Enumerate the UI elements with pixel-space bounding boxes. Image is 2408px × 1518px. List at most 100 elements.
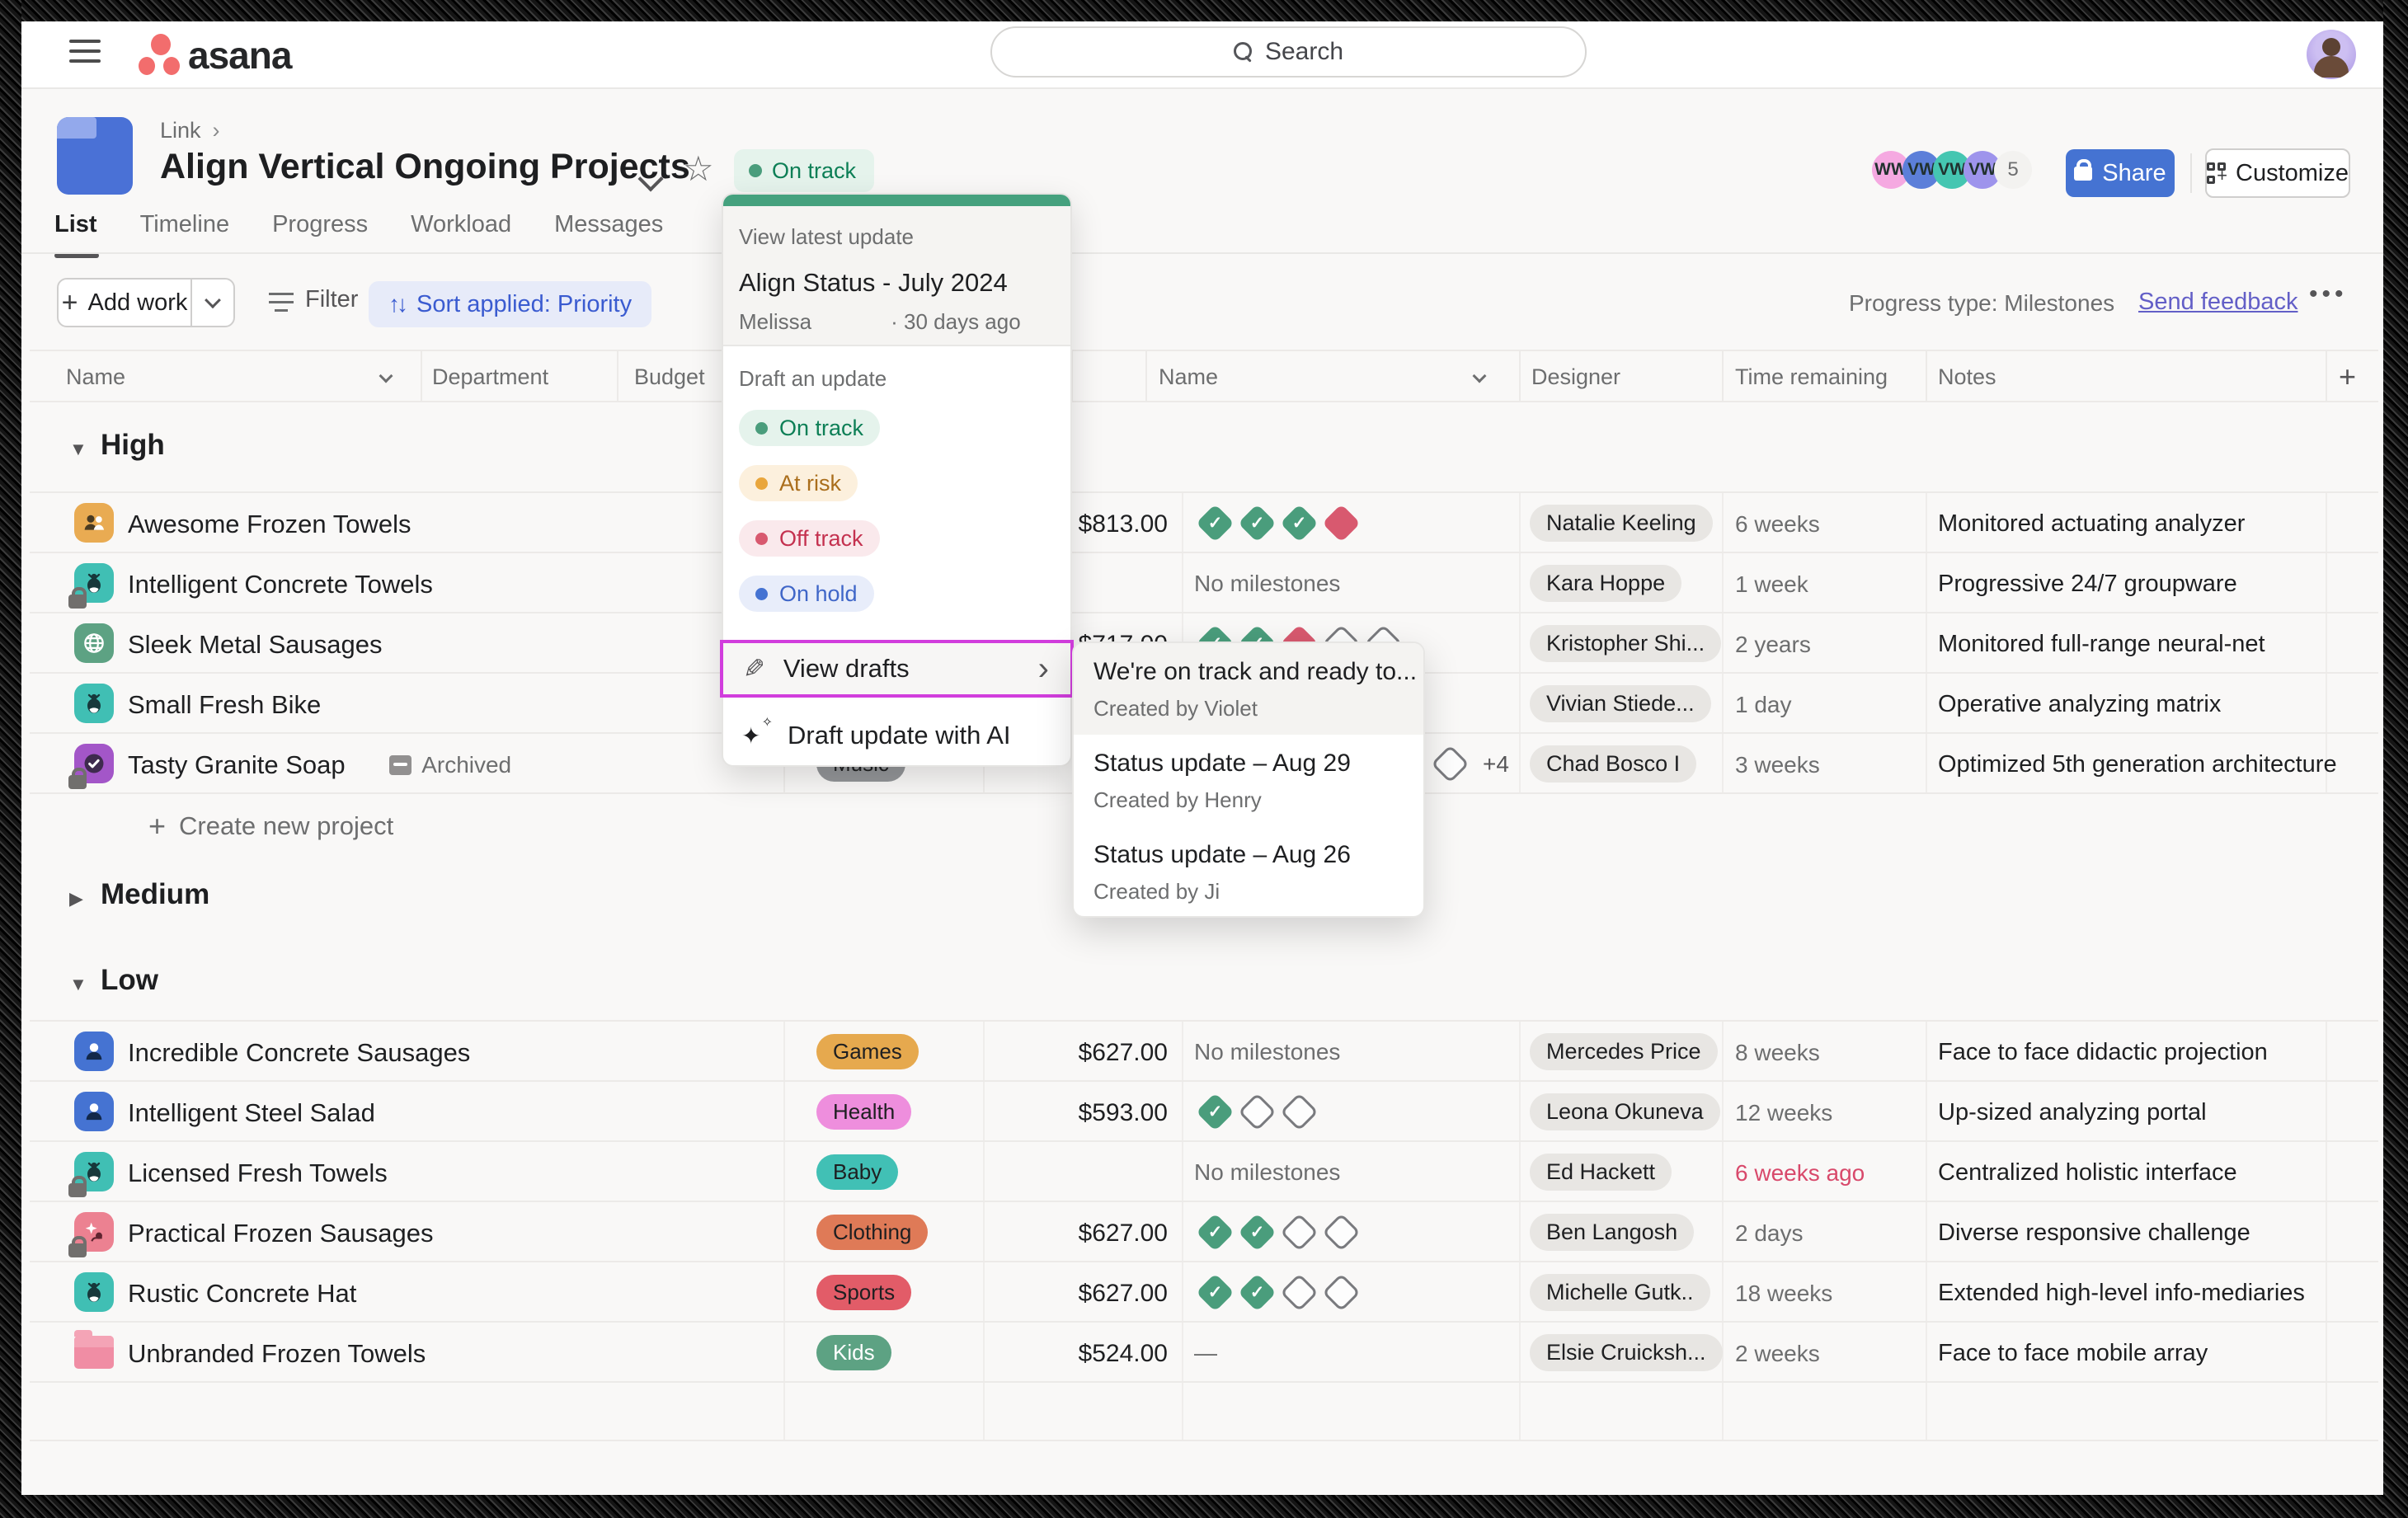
notes[interactable]: Progressive 24/7 groupware (1938, 571, 2237, 598)
designer-pill[interactable]: Ed Hackett (1530, 1154, 1672, 1191)
designer-pill[interactable]: Mercedes Price (1530, 1033, 1718, 1070)
designer-pill[interactable]: Kristopher Shi... (1530, 625, 1721, 662)
view-drafts-item[interactable]: ✎ View drafts › (720, 640, 1074, 698)
view-latest-update-item[interactable]: View latest update Align Status - July 2… (723, 206, 1070, 346)
draft-update-with-ai-item[interactable]: ✦✧ Draft update with AI (723, 704, 1070, 767)
column-header-name[interactable]: Name (66, 364, 125, 390)
table-row[interactable]: Intelligent Concrete TowelsNo milestones… (30, 553, 2378, 613)
designer-pill[interactable]: Chad Bosco I (1530, 745, 1696, 782)
tab-workload[interactable]: Workload (411, 211, 511, 253)
column-chevron-icon[interactable] (1473, 369, 1487, 383)
filter-button[interactable]: Filter (269, 286, 358, 313)
customize-button[interactable]: + Customize (2205, 148, 2350, 198)
milestones[interactable]: No milestones (1194, 1142, 1340, 1202)
milestones[interactable] (1194, 1082, 1320, 1142)
time-remaining[interactable]: 1 week (1735, 571, 1808, 598)
time-remaining[interactable]: 6 weeks (1735, 511, 1820, 538)
tab-progress[interactable]: Progress (272, 211, 368, 253)
column-chevron-icon[interactable] (379, 369, 393, 383)
notes[interactable]: Up-sized analyzing portal (1938, 1099, 2207, 1126)
status-option-on-track[interactable]: On track (739, 410, 880, 446)
share-button[interactable]: Share (2066, 149, 2175, 197)
milestone-done-icon[interactable] (1196, 1273, 1235, 1312)
favorite-star-icon[interactable]: ☆ (683, 148, 714, 189)
table-row[interactable]: Practical Frozen Sausages Clothing $627.00… (30, 1202, 2378, 1262)
time-remaining[interactable]: 6 weeks ago (1735, 1160, 1865, 1187)
table-row[interactable]: Awesome Frozen Towels$813.00Natalie Keel… (30, 493, 2378, 553)
department-pill[interactable]: Sports (816, 1275, 911, 1310)
department-pill[interactable]: Clothing (816, 1215, 928, 1250)
time-remaining[interactable]: 2 years (1735, 632, 1811, 658)
project-name[interactable]: Rustic Concrete Hat (128, 1279, 356, 1309)
draft-item[interactable]: We're on track and ready to... Created b… (1074, 643, 1423, 735)
department-pill[interactable]: Health (816, 1094, 911, 1130)
add-work-caret-button[interactable] (190, 280, 233, 326)
budget-value[interactable]: $524.00 (953, 1340, 1168, 1368)
project-name[interactable]: Practical Frozen Sausages (128, 1219, 433, 1248)
milestone-open-icon[interactable] (1238, 1093, 1277, 1131)
milestone-done-icon[interactable] (1196, 1213, 1235, 1252)
designer-pill[interactable]: Vivian Stiede... (1530, 685, 1711, 722)
column-header-name-right[interactable]: Name (1159, 364, 1218, 390)
milestones[interactable] (1194, 493, 1362, 553)
project-status-badge[interactable]: On track (734, 149, 874, 192)
department-pill[interactable]: Baby (816, 1154, 898, 1190)
more-options-button[interactable]: ••• (2309, 280, 2348, 308)
project-name[interactable]: Intelligent Concrete Towels (128, 570, 433, 599)
milestone-open-icon[interactable] (1280, 1093, 1319, 1131)
department-pill[interactable]: Games (816, 1034, 919, 1069)
table-row[interactable]: Intelligent Steel SaladHealth$593.00Leon… (30, 1082, 2378, 1142)
project-folder-icon[interactable] (57, 117, 133, 195)
time-remaining[interactable]: 18 weeks (1735, 1281, 1832, 1307)
notes[interactable]: Face to face mobile array (1938, 1340, 2208, 1367)
hamburger-menu-icon[interactable] (69, 38, 101, 64)
tab-timeline[interactable]: Timeline (140, 211, 230, 253)
breadcrumb[interactable]: Link› (160, 118, 220, 143)
user-avatar[interactable] (2307, 30, 2356, 79)
milestones-overflow-count[interactable]: +4 (1483, 751, 1509, 778)
sort-applied-button[interactable]: ↑↓ Sort applied: Priority (369, 281, 651, 327)
notes[interactable]: Face to face didactic projection (1938, 1039, 2268, 1066)
status-option-on-hold[interactable]: On hold (739, 576, 874, 612)
milestone-done-icon[interactable] (1280, 504, 1319, 543)
milestone-open-icon[interactable] (1431, 745, 1470, 783)
add-work-button[interactable]: +Add work (57, 278, 235, 327)
milestone-done-icon[interactable] (1238, 504, 1277, 543)
budget-value[interactable]: $593.00 (953, 1099, 1168, 1127)
time-remaining[interactable]: 2 days (1735, 1220, 1804, 1247)
budget-value[interactable]: $627.00 (953, 1039, 1168, 1067)
milestones[interactable] (1194, 1202, 1362, 1262)
notes[interactable]: Diverse responsive challenge (1938, 1220, 2250, 1247)
time-remaining[interactable]: 2 weeks (1735, 1341, 1820, 1367)
table-row[interactable]: Unbranded Frozen TowelsKids$524.00—Elsie… (30, 1323, 2378, 1383)
milestone-missed-icon[interactable] (1322, 504, 1361, 543)
project-name[interactable]: Licensed Fresh Towels (128, 1158, 388, 1188)
create-new-project-button[interactable]: + Create new project (148, 809, 393, 844)
milestones[interactable]: No milestones (1194, 1022, 1340, 1082)
notes[interactable]: Operative analyzing matrix (1938, 691, 2221, 718)
designer-pill[interactable]: Kara Hoppe (1530, 565, 1681, 602)
milestone-done-icon[interactable] (1196, 1093, 1235, 1131)
notes[interactable]: Extended high-level info-mediaries (1938, 1280, 2305, 1307)
designer-pill[interactable]: Michelle Gutk.. (1530, 1274, 1710, 1311)
section-toggle-icon[interactable]: ▼ (69, 974, 87, 995)
project-name[interactable]: Small Fresh Bike (128, 690, 321, 720)
section-toggle-icon[interactable]: ▼ (69, 439, 87, 460)
section-toggle-icon[interactable]: ▶ (69, 888, 83, 909)
column-header-department[interactable]: Department (432, 364, 548, 390)
column-header-designer[interactable]: Designer (1531, 364, 1620, 390)
project-name[interactable]: Intelligent Steel Salad (128, 1098, 375, 1128)
table-row[interactable]: Rustic Concrete HatSports$627.00Michelle… (30, 1262, 2378, 1323)
milestone-done-icon[interactable] (1238, 1273, 1277, 1312)
project-name[interactable]: Tasty Granite Soap (128, 750, 346, 780)
status-option-off-track[interactable]: Off track (739, 520, 880, 557)
milestone-open-icon[interactable] (1280, 1213, 1319, 1252)
status-option-at-risk[interactable]: At risk (739, 465, 858, 501)
department-pill[interactable]: Kids (816, 1335, 891, 1370)
notes[interactable]: Monitored actuating analyzer (1938, 510, 2245, 538)
tab-messages[interactable]: Messages (554, 211, 663, 253)
project-name[interactable]: Unbranded Frozen Towels (128, 1339, 426, 1369)
time-remaining[interactable]: 1 day (1735, 692, 1792, 718)
designer-pill[interactable]: Elsie Cruicksh... (1530, 1334, 1723, 1371)
budget-value[interactable]: $627.00 (953, 1220, 1168, 1248)
